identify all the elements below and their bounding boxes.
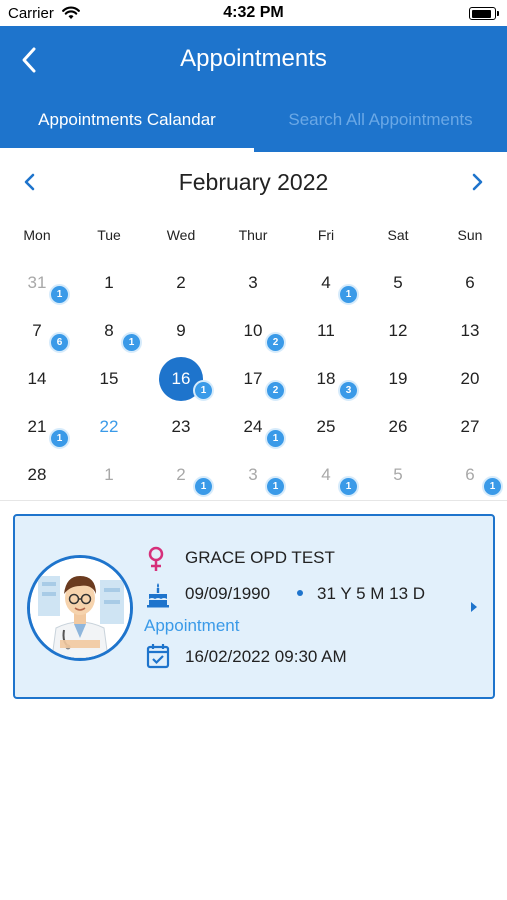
month-label: February 2022 — [178, 169, 329, 195]
calendar-day[interactable]: 14 — [15, 357, 59, 401]
appointment-count-badge: 1 — [265, 476, 286, 497]
active-tab-indicator — [0, 148, 254, 152]
weekday-header: Sat — [387, 227, 409, 243]
divider — [0, 500, 507, 501]
weekday-header: Fri — [317, 227, 335, 243]
page-title: Appointments — [180, 45, 327, 72]
appointment-count-badge: 1 — [482, 476, 503, 497]
appointment-count-badge: 1 — [49, 428, 70, 449]
calendar-check-icon — [146, 644, 170, 669]
calendar-day[interactable]: 28 — [15, 453, 59, 497]
appointment-count-badge: 3 — [338, 380, 359, 401]
calendar-day[interactable]: 25 — [304, 405, 348, 449]
patient-name: GRACE OPD TEST — [185, 548, 335, 567]
calendar-day[interactable]: 1 — [87, 261, 131, 305]
separator-dot — [297, 590, 303, 596]
appointment-section-label: Appointment — [144, 616, 240, 635]
patient-age: 31 Y 5 M 13 D — [317, 584, 426, 603]
tab-search-all-appointments[interactable]: Search All Appointments — [254, 110, 507, 130]
tab-appointments-calendar[interactable]: Appointments Calandar — [0, 110, 254, 130]
appointment-card[interactable]: GRACE OPD TEST 09/09/1990 31 Y 5 M 13 D … — [13, 514, 495, 699]
calendar-day[interactable]: 23 — [159, 405, 203, 449]
calendar-day[interactable]: 5 — [376, 453, 420, 497]
cake-icon — [147, 583, 169, 608]
doctor-avatar — [27, 555, 133, 661]
appointment-count-badge: 1 — [338, 284, 359, 305]
weekday-header: Wed — [166, 227, 196, 243]
female-icon — [148, 546, 164, 571]
status-bar: Carrier 4:32 PM — [0, 0, 507, 26]
appointment-count-badge: 1 — [49, 284, 70, 305]
calendar-day[interactable]: 22 — [87, 405, 131, 449]
calendar-day[interactable]: 2 — [159, 261, 203, 305]
appointment-count-badge: 2 — [265, 332, 286, 353]
calendar-day[interactable]: 6 — [448, 261, 492, 305]
calendar-day[interactable]: 13 — [448, 309, 492, 353]
appointment-count-badge: 1 — [338, 476, 359, 497]
calendar-day[interactable]: 15 — [87, 357, 131, 401]
caret-right-icon[interactable] — [469, 600, 479, 614]
appointment-count-badge: 1 — [265, 428, 286, 449]
appointment-datetime: 16/02/2022 09:30 AM — [185, 647, 347, 666]
appointment-count-badge: 1 — [193, 380, 214, 401]
calendar-day[interactable]: 19 — [376, 357, 420, 401]
calendar-day[interactable]: 26 — [376, 405, 420, 449]
calendar-day[interactable]: 1 — [87, 453, 131, 497]
appointment-count-badge: 6 — [49, 332, 70, 353]
weekday-header: Sun — [457, 227, 483, 243]
calendar-day[interactable]: 11 — [304, 309, 348, 353]
calendar-day[interactable]: 5 — [376, 261, 420, 305]
weekday-header: Thur — [238, 227, 268, 243]
app-header: Appointments Appointments Calandar Searc… — [0, 26, 507, 152]
chevron-right-icon[interactable] — [465, 170, 489, 194]
calendar-day[interactable]: 9 — [159, 309, 203, 353]
calendar-day[interactable]: 12 — [376, 309, 420, 353]
calendar-day[interactable]: 3 — [231, 261, 275, 305]
appointment-count-badge: 1 — [121, 332, 142, 353]
date-of-birth: 09/09/1990 — [185, 584, 271, 603]
calendar-day[interactable]: 27 — [448, 405, 492, 449]
appointment-count-badge: 1 — [193, 476, 214, 497]
weekday-header: Tue — [97, 227, 121, 243]
clock: 4:32 PM — [223, 4, 284, 21]
appointment-count-badge: 2 — [265, 380, 286, 401]
calendar-day[interactable]: 20 — [448, 357, 492, 401]
battery-icon — [469, 7, 499, 20]
weekday-header: Mon — [23, 227, 51, 243]
